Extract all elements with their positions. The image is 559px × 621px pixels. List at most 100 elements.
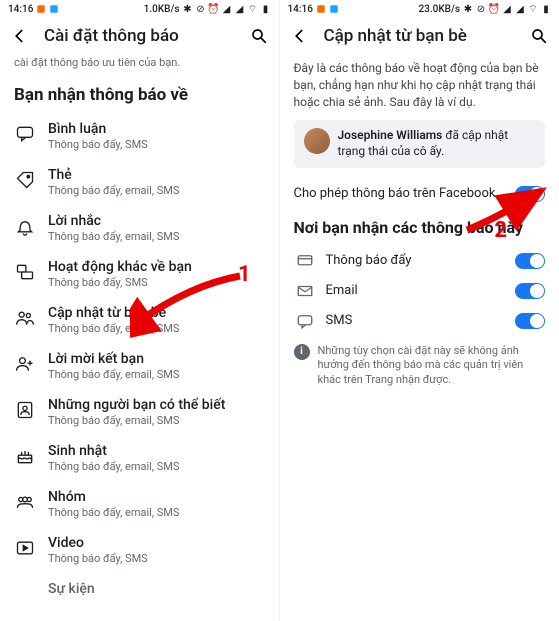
- signal-icon: ◢: [515, 4, 525, 14]
- status-net: 23.0KB/s: [418, 4, 460, 15]
- info-icon: i: [294, 344, 310, 360]
- example-name: Josephine Williams: [338, 128, 443, 142]
- example-card: Josephine Williams đã cập nhật trạng thá…: [294, 120, 546, 167]
- back-button[interactable]: [290, 26, 310, 46]
- row-sub: Thông báo đẩy, email, SMS: [48, 460, 179, 473]
- list-item-reminders[interactable]: Lời nhắcThông báo đẩy, email, SMS: [14, 207, 265, 253]
- app-badge-icon: [49, 4, 59, 14]
- toggle-switch[interactable]: [515, 313, 545, 329]
- status-net: 1.0KB/s: [144, 4, 180, 15]
- page-title: Cập nhật từ bạn bè: [324, 26, 516, 46]
- video-icon: [14, 537, 36, 559]
- signal-icon: ◢: [235, 4, 245, 14]
- battery-icon: ▮: [541, 4, 551, 14]
- status-time: 14:16: [288, 4, 313, 15]
- wifi-icon: ⌔: [248, 4, 258, 14]
- header: Cài đặt thông báo: [0, 18, 279, 54]
- allow-label: Cho phép thông báo trên Facebook: [294, 186, 516, 201]
- row-title: Sự kiện: [48, 581, 95, 597]
- annotation-label-2: 2: [494, 218, 507, 243]
- signal-icon: ◢: [502, 4, 512, 14]
- info-text: Những tùy chọn cài đặt này sẽ không ảnh …: [318, 344, 546, 389]
- birthday-icon: [14, 445, 36, 467]
- list-item-groups[interactable]: NhómThông báo đẩy, email, SMS: [14, 483, 265, 529]
- battery-icon: ▮: [261, 4, 271, 14]
- row-title: Video: [48, 535, 148, 551]
- row-sub: Thông báo đẩy, SMS: [48, 552, 148, 565]
- section-title: Bạn nhận thông báo về: [14, 85, 265, 105]
- status-time: 14:16: [8, 4, 33, 15]
- section-title: Nơi bạn nhận các thông báo này: [294, 218, 546, 238]
- dnd-icon: ⊘: [476, 4, 486, 14]
- list-item-events[interactable]: Sự kiện: [14, 575, 265, 615]
- comment-icon: [14, 123, 36, 145]
- status-bar: 14:16 1.0KB/s ✱ ⊘ ⏰ ◢ ◢ ⌔ ▮: [0, 0, 279, 18]
- row-sub: Thông báo đẩy, email, SMS: [48, 230, 179, 243]
- channel-push[interactable]: Thông báo đẩy: [294, 246, 546, 276]
- list-item-other-activity[interactable]: Hoạt động khác về bạnThông báo đẩy, SMS: [14, 253, 265, 299]
- channel-label: Email: [326, 283, 516, 298]
- alarm-icon: ⏰: [209, 4, 219, 14]
- row-title: Những người bạn có thể biết: [48, 397, 225, 413]
- allow-toggle-row[interactable]: Cho phép thông báo trên Facebook: [294, 180, 546, 208]
- mi-icon: [36, 4, 46, 14]
- toggle-switch[interactable]: [515, 253, 545, 269]
- row-sub: Thông báo đẩy, email, SMS: [48, 414, 225, 427]
- search-button[interactable]: [529, 26, 549, 46]
- row-title: Lời mời kết bạn: [48, 351, 179, 367]
- list-item-video[interactable]: VideoThông báo đẩy, SMS: [14, 529, 265, 575]
- avatar: [304, 128, 330, 154]
- bluetooth-icon: ✱: [463, 4, 473, 14]
- page-title: Cài đặt thông báo: [44, 26, 235, 46]
- row-sub: Thông báo đẩy, SMS: [48, 138, 148, 151]
- row-title: Thẻ: [48, 167, 179, 183]
- dnd-icon: ⊘: [196, 4, 206, 14]
- list-item-pymk[interactable]: Những người bạn có thể biếtThông báo đẩy…: [14, 391, 265, 437]
- email-icon: [294, 282, 316, 300]
- top-subtext: cài đặt thông báo ưu tiên của bạn.: [14, 54, 265, 77]
- channel-label: Thông báo đẩy: [326, 253, 516, 268]
- tag-icon: [14, 169, 36, 191]
- row-title: Sinh nhật: [48, 443, 179, 459]
- row-sub: Thông báo đẩy, email, SMS: [48, 322, 179, 335]
- search-button[interactable]: [249, 26, 269, 46]
- toggle-switch[interactable]: [515, 283, 545, 299]
- event-icon: [14, 583, 36, 605]
- row-title: Hoạt động khác về bạn: [48, 259, 192, 275]
- bluetooth-icon: ✱: [183, 4, 193, 14]
- wifi-icon: ⌔: [528, 4, 538, 14]
- channel-email[interactable]: Email: [294, 276, 546, 306]
- channel-label: SMS: [326, 313, 516, 328]
- row-title: Cập nhật từ bạn bè: [48, 305, 179, 321]
- example-text: Josephine Williams đã cập nhật trạng thá…: [338, 128, 536, 159]
- info-row: i Những tùy chọn cài đặt này sẽ không ản…: [294, 344, 546, 389]
- row-sub: Thông báo đẩy, email, SMS: [48, 184, 179, 197]
- header: Cập nhật từ bạn bè: [280, 18, 559, 54]
- sms-icon: [294, 312, 316, 330]
- row-title: Bình luận: [48, 121, 148, 137]
- group-icon: [14, 491, 36, 513]
- contacts-icon: [14, 399, 36, 421]
- feed-icon: [14, 261, 36, 283]
- annotation-label-1: 1: [238, 262, 251, 287]
- row-title: Nhóm: [48, 489, 179, 505]
- back-button[interactable]: [10, 26, 30, 46]
- signal-icon: ◢: [222, 4, 232, 14]
- channel-sms[interactable]: SMS: [294, 306, 546, 336]
- bell-icon: [14, 215, 36, 237]
- toggle-switch[interactable]: [515, 186, 545, 202]
- add-friend-icon: [14, 353, 36, 375]
- mi-icon: [316, 4, 326, 14]
- list-item-tags[interactable]: ThẻThông báo đẩy, email, SMS: [14, 161, 265, 207]
- row-sub: Thông báo đẩy, email, SMS: [48, 506, 179, 519]
- list-item-friend-requests[interactable]: Lời mời kết bạnThông báo đẩy, email, SMS: [14, 345, 265, 391]
- row-title: Lời nhắc: [48, 213, 179, 229]
- list-item-comments[interactable]: Bình luậnThông báo đẩy, SMS: [14, 115, 265, 161]
- alarm-icon: ⏰: [489, 4, 499, 14]
- row-sub: Thông báo đẩy, SMS: [48, 276, 192, 289]
- list-item-birthdays[interactable]: Sinh nhậtThông báo đẩy, email, SMS: [14, 437, 265, 483]
- app-badge-icon: [329, 4, 339, 14]
- description: Đây là các thông báo về hoạt động của bạ…: [294, 60, 546, 110]
- push-icon: [294, 252, 316, 270]
- list-item-friend-updates[interactable]: Cập nhật từ bạn bèThông báo đẩy, email, …: [14, 299, 265, 345]
